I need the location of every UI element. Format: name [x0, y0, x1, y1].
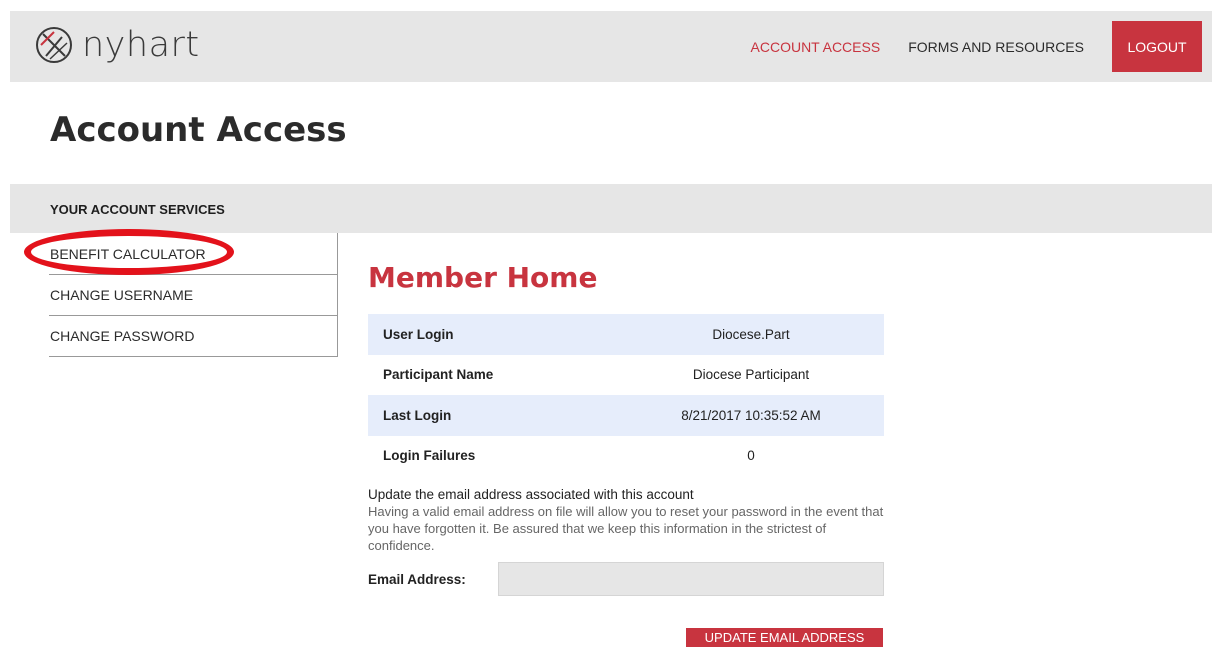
table-row: Last Login 8/21/2017 10:35:52 AM	[368, 395, 884, 436]
member-home-title: Member Home	[368, 261, 598, 294]
row-label: Login Failures	[383, 448, 476, 464]
account-services-bar: YOUR ACCOUNT SERVICES	[10, 184, 1212, 233]
menu-item-change-password[interactable]: CHANGE PASSWORD	[49, 316, 337, 357]
nav-account-access[interactable]: ACCOUNT ACCESS	[751, 39, 881, 55]
row-label: User Login	[368, 314, 618, 355]
row-value: Diocese Participant	[692, 367, 810, 383]
email-section-heading: Update the email address associated with…	[368, 487, 694, 502]
row-label: Last Login	[368, 395, 618, 436]
table-row: User Login Diocese.Part	[368, 314, 884, 355]
update-email-button[interactable]: UPDATE EMAIL ADDRESS	[686, 628, 883, 647]
row-value: 0	[747, 448, 755, 464]
table-row: Participant Name Diocese Participant	[368, 355, 884, 396]
table-row: Login Failures 0	[368, 436, 884, 477]
nyhart-logo[interactable]: nyhart	[34, 25, 200, 65]
email-input[interactable]	[498, 562, 884, 596]
row-label: Participant Name	[383, 367, 494, 383]
member-home-panel: Member Home User Login Diocese.Part Part…	[368, 258, 884, 596]
account-services-heading: YOUR ACCOUNT SERVICES	[50, 202, 225, 217]
top-nav: ACCOUNT ACCESS FORMS AND RESOURCES LOGOU…	[751, 11, 1212, 82]
email-section-description: Having a valid email address on file wil…	[368, 504, 884, 553]
email-update-section: Update the email address associated with…	[368, 486, 884, 596]
member-info-table: User Login Diocese.Part Participant Name…	[368, 314, 884, 476]
nyhart-logo-icon	[36, 27, 72, 63]
site-header: nyhart ACCOUNT ACCESS FORMS AND RESOURCE…	[10, 11, 1212, 82]
email-label: Email Address:	[368, 571, 466, 587]
logout-button[interactable]: LOGOUT	[1112, 21, 1202, 72]
page-title: Account Access	[50, 110, 347, 150]
logo-text: nyhart	[82, 25, 200, 65]
menu-item-benefit-calculator[interactable]: BENEFIT CALCULATOR	[49, 233, 337, 275]
row-value: Diocese.Part	[618, 314, 884, 355]
menu-item-change-username[interactable]: CHANGE USERNAME	[49, 275, 337, 316]
email-row: Email Address:	[368, 562, 884, 596]
account-services-menu: BENEFIT CALCULATOR CHANGE USERNAME CHANG…	[49, 233, 338, 357]
nav-forms-resources[interactable]: FORMS AND RESOURCES	[908, 39, 1084, 55]
row-value: 8/21/2017 10:35:52 AM	[618, 395, 884, 436]
